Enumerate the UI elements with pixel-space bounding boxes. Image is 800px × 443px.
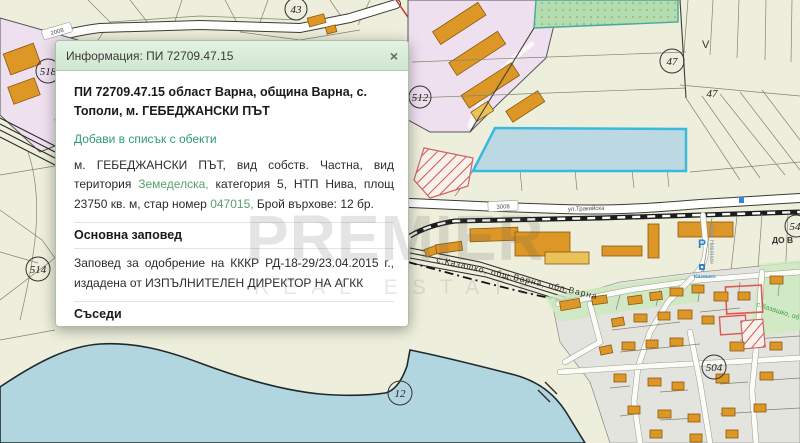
- parking-icon: P: [698, 237, 706, 251]
- svg-text:514: 514: [30, 264, 47, 276]
- order-text: Заповед за одобрение на КККР РД-18-29/23…: [74, 254, 394, 293]
- section-neighbors-title: Съседи: [74, 301, 394, 327]
- svg-text:47: 47: [667, 56, 679, 68]
- transit-icon: [739, 197, 744, 203]
- close-icon[interactable]: ×: [390, 49, 398, 63]
- svg-text:12: 12: [395, 388, 407, 400]
- section-order-title: Основна заповед: [74, 222, 394, 249]
- bus-stop-label: Казашко: [694, 274, 716, 280]
- svg-text:504: 504: [706, 362, 723, 374]
- info-popup: Информация: ПИ 72709.47.15 × ПИ 72709.47…: [55, 40, 409, 327]
- parcel-details: м. ГЕБЕДЖАНСКИ ПЪТ, вид собств. Частна, …: [74, 156, 394, 214]
- do-parcel-label: ДО В: [772, 235, 793, 245]
- popup-title: Информация: ПИ 72709.47.15: [66, 49, 390, 63]
- svg-text:54: 54: [790, 221, 800, 233]
- road-3008-pill: 3008: [488, 200, 518, 212]
- svg-text:512: 512: [412, 92, 429, 104]
- svg-text:3008: 3008: [496, 204, 510, 211]
- street-vertical-label: Иван Нивянин: [708, 224, 714, 264]
- svg-text:43: 43: [291, 4, 303, 16]
- parcel-heading: ПИ 72709.47.15 област Варна, община Варн…: [74, 83, 394, 122]
- popup-header: Информация: ПИ 72709.47.15 ×: [56, 41, 408, 71]
- street-small-label: ул.Тракийска: [568, 205, 605, 213]
- popup-body: ПИ 72709.47.15 област Варна, община Варн…: [56, 71, 408, 327]
- add-to-list-link[interactable]: Добави в списък с обекти: [74, 132, 217, 146]
- zone-v-label: V: [702, 39, 710, 51]
- highlighted-parcel[interactable]: [473, 128, 686, 171]
- bus-stop-icon: [699, 264, 705, 270]
- parcel-47-label: 47: [707, 88, 719, 100]
